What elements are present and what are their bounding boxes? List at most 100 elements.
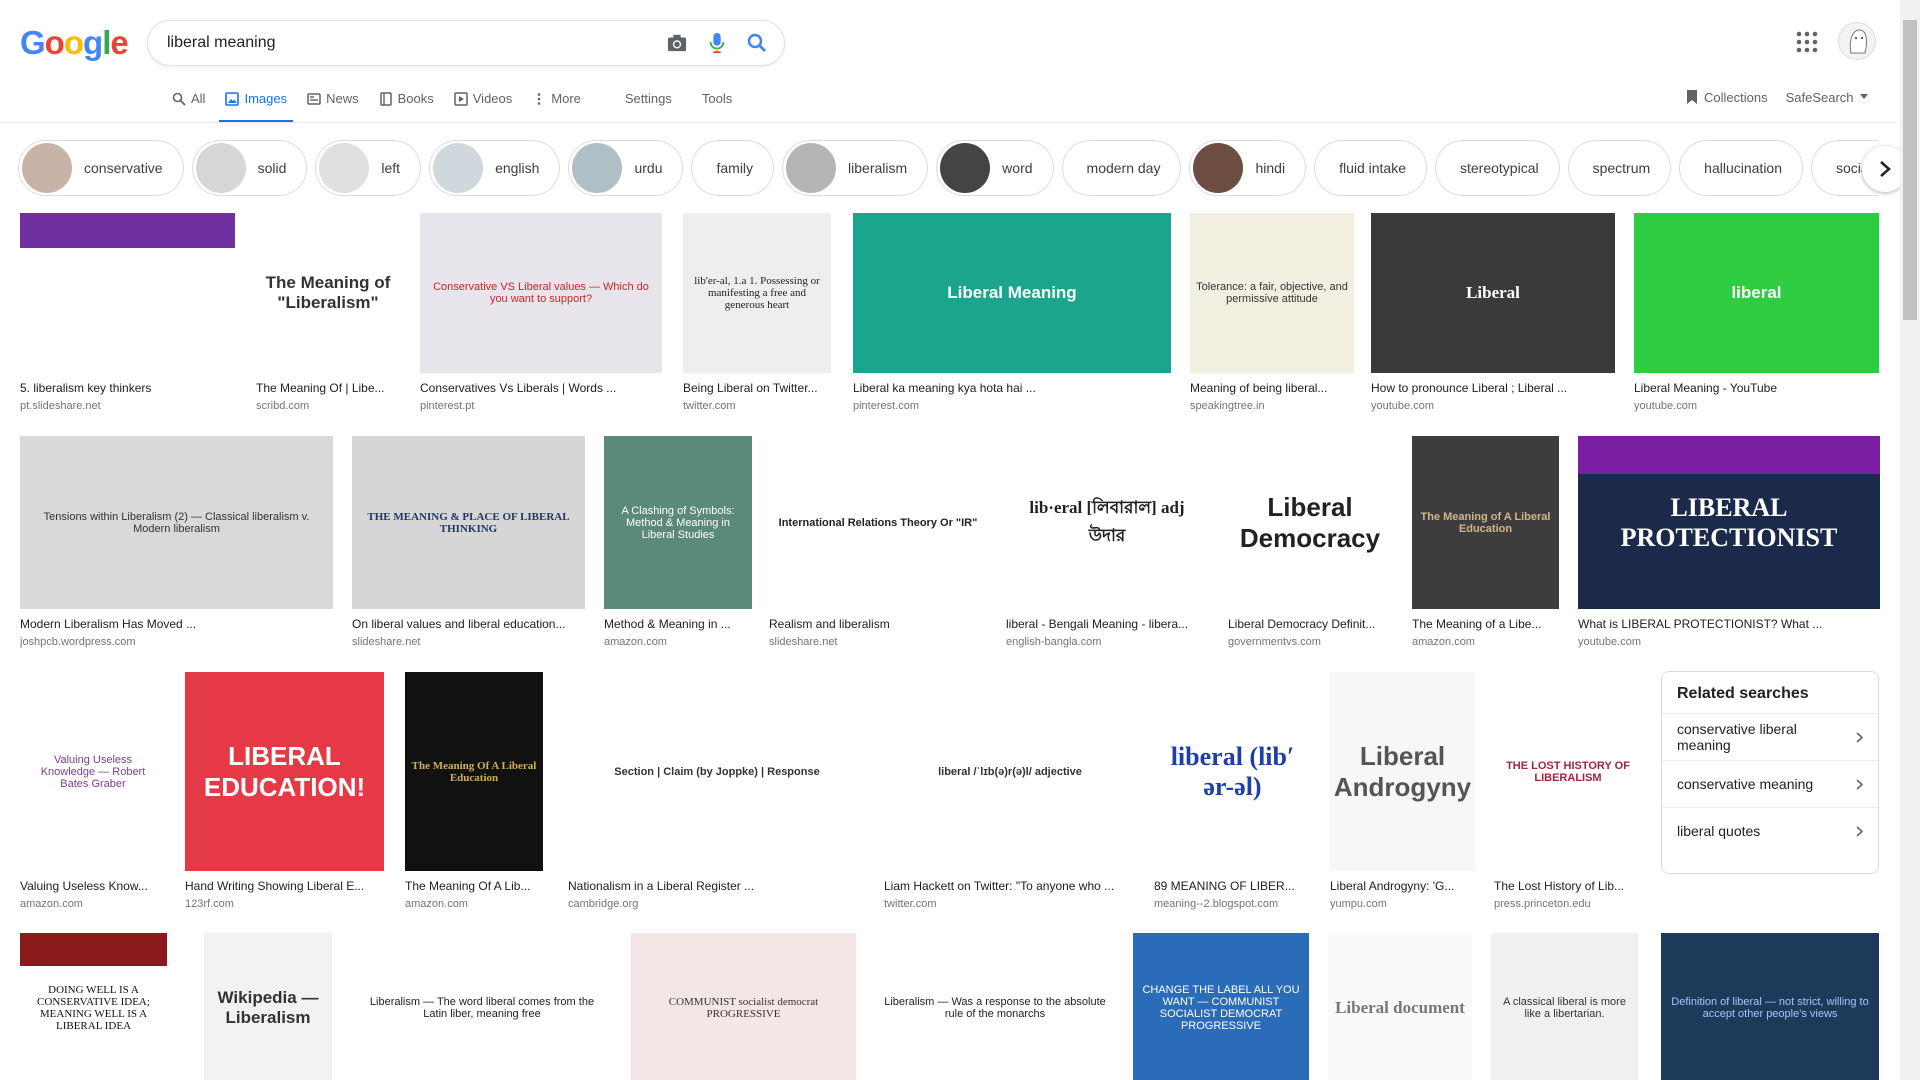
result-title[interactable]: The Lost History of Lib... [1494, 879, 1642, 893]
scrollbar-thumb[interactable] [1903, 20, 1917, 320]
image-result[interactable]: lib·eral [লিবারাল] adj উদার liberal - Ben… [1006, 436, 1208, 648]
result-thumbnail[interactable]: liberal (lib′ ər-əl) [1154, 672, 1311, 871]
result-thumbnail[interactable]: DOING WELL IS A CONSERVATIVE IDEA; MEANI… [20, 933, 167, 1080]
collections-button[interactable]: Collections [1686, 89, 1768, 105]
camera-icon[interactable] [662, 28, 692, 58]
tab-more[interactable]: More [526, 88, 587, 120]
image-result[interactable]: Definition of liberal — not strict, will… [1661, 933, 1879, 1080]
result-thumbnail[interactable]: THE MEANING & PLACE OF LIBERAL THINKING [352, 436, 585, 609]
safesearch-dropdown[interactable]: SafeSearch [1786, 90, 1868, 105]
image-result[interactable]: Conservative VS Liberal values — Which d… [420, 213, 662, 412]
image-result[interactable]: Liberal document [1328, 933, 1472, 1080]
result-title[interactable]: Being Liberal on Twitter... [683, 381, 831, 395]
related-chip[interactable]: conservative [18, 140, 184, 196]
image-result[interactable]: LIBERAL EDUCATION! Hand Writing Showing L… [185, 672, 384, 910]
image-result[interactable]: Liberal How to pronounce Liberal ; Libera… [1371, 213, 1615, 412]
microphone-icon[interactable] [702, 28, 732, 58]
image-result[interactable]: Liberal Meaning Liberal ka meaning kya ho… [853, 213, 1171, 412]
related-chip[interactable]: solid [191, 140, 308, 196]
result-thumbnail[interactable]: Liberal Androgyny [1330, 672, 1475, 871]
image-result[interactable]: The Meaning Of A Liberal Education The Me… [405, 672, 543, 910]
result-thumbnail[interactable]: Liberal [1371, 213, 1615, 373]
related-search-item[interactable]: conservative meaning [1662, 760, 1878, 807]
image-result[interactable]: Valuing Useless Knowledge — Robert Bates… [20, 672, 166, 910]
result-thumbnail[interactable]: Definition of liberal — not strict, will… [1661, 933, 1879, 1080]
image-result[interactable]: Section | Claim (by Joppke) | Response Na… [568, 672, 866, 910]
result-thumbnail[interactable]: Valuing Useless Knowledge — Robert Bates… [20, 672, 166, 871]
result-thumbnail[interactable]: LIBERAL EDUCATION! [185, 672, 384, 871]
result-thumbnail[interactable]: lib·eral [লিবারাল] adj উদার [1006, 436, 1208, 609]
tab-all[interactable]: All [166, 88, 211, 120]
result-thumbnail[interactable]: Section | Claim (by Joppke) | Response [568, 672, 866, 871]
image-result[interactable]: What exactly is a "Liberal?" 5. liberalis… [20, 213, 235, 412]
result-title[interactable]: On liberal values and liberal education.… [352, 617, 585, 631]
search-icon[interactable] [742, 28, 772, 58]
result-title[interactable]: Liberal ka meaning kya hota hai ... [853, 381, 1171, 395]
tab-books[interactable]: Books [373, 88, 440, 120]
result-thumbnail[interactable]: liberal /ˈlɪb(ə)r(ə)l/ adjective [884, 672, 1136, 871]
image-result[interactable]: LIBERAL PROTECTIONIST What is LIBERAL PRO… [1578, 436, 1880, 648]
result-thumbnail[interactable]: THE LOST HISTORY OF LIBERALISM [1494, 672, 1642, 871]
related-chip[interactable]: left [315, 140, 422, 196]
result-thumbnail[interactable]: Liberal Democracy [1228, 436, 1392, 609]
image-result[interactable]: Tolerance: a fair, objective, and permis… [1190, 213, 1354, 412]
related-chip[interactable]: word [936, 140, 1054, 196]
result-thumbnail[interactable]: Wikipedia — Liberalism [204, 933, 332, 1080]
result-thumbnail[interactable]: Liberalism — The word liberal comes from… [352, 933, 612, 1080]
tools-link[interactable]: Tools [694, 88, 740, 109]
result-thumbnail[interactable]: Liberal Meaning [853, 213, 1171, 373]
image-result[interactable]: Tensions within Liberalism (2) — Classic… [20, 436, 333, 648]
result-thumbnail[interactable]: liberal [1634, 213, 1879, 373]
result-title[interactable]: liberal - Bengali Meaning - libera... [1006, 617, 1208, 631]
image-result[interactable]: THE LOST HISTORY OF LIBERALISM The Lost H… [1494, 672, 1642, 910]
related-chip[interactable]: liberalism [782, 140, 929, 196]
result-thumbnail[interactable]: lib'er-al, 1.a 1. Possessing or manifest… [683, 213, 831, 373]
image-result[interactable]: lib'er-al, 1.a 1. Possessing or manifest… [683, 213, 831, 412]
image-result[interactable]: DOING WELL IS A CONSERVATIVE IDEA; MEANI… [20, 933, 167, 1080]
result-thumbnail[interactable]: Liberalism — Was a response to the absol… [876, 933, 1114, 1080]
settings-link[interactable]: Settings [617, 88, 680, 109]
image-result[interactable]: Liberal Democracy Liberal Democracy Defin… [1228, 436, 1392, 648]
result-title[interactable]: Liberal Democracy Definit... [1228, 617, 1392, 631]
result-title[interactable]: 89 MEANING OF LIBER... [1154, 879, 1311, 893]
image-result[interactable]: THE MEANING & PLACE OF LIBERAL THINKING O… [352, 436, 585, 648]
result-thumbnail[interactable]: Liberal document [1328, 933, 1472, 1080]
result-title[interactable]: Valuing Useless Know... [20, 879, 166, 893]
result-thumbnail[interactable]: The Meaning of A Liberal Education [1412, 436, 1559, 609]
image-result[interactable]: The Meaning of A Liberal Education The Me… [1412, 436, 1559, 648]
image-result[interactable]: International Relations Theory Or "IR" Re… [769, 436, 987, 648]
result-title[interactable]: Liam Hackett on Twitter: "To anyone who … [884, 879, 1136, 893]
result-title[interactable]: How to pronounce Liberal ; Liberal ... [1371, 381, 1615, 395]
result-thumbnail[interactable]: Tolerance: a fair, objective, and permis… [1190, 213, 1354, 373]
result-thumbnail[interactable]: The Meaning of "Liberalism" [256, 213, 400, 373]
image-result[interactable]: The Meaning of "Liberalism" The Meaning O… [256, 213, 400, 412]
related-chip[interactable]: urdu [568, 140, 684, 196]
result-title[interactable]: Liberal Androgyny: 'G... [1330, 879, 1475, 893]
image-result[interactable]: Wikipedia — Liberalism [204, 933, 332, 1080]
apps-grid-icon[interactable] [1795, 30, 1819, 54]
image-result[interactable]: CHANGE THE LABEL ALL YOU WANT — COMMUNIS… [1133, 933, 1309, 1080]
image-result[interactable]: Liberalism — Was a response to the absol… [876, 933, 1114, 1080]
result-title[interactable]: The Meaning Of A Lib... [405, 879, 543, 893]
related-chip[interactable]: fluid intake [1314, 140, 1427, 196]
related-chip[interactable]: stereotypical [1435, 140, 1560, 196]
result-title[interactable]: Modern Liberalism Has Moved ... [20, 617, 333, 631]
image-result[interactable]: Liberalism — The word liberal comes from… [352, 933, 612, 1080]
result-thumbnail[interactable]: CHANGE THE LABEL ALL YOU WANT — COMMUNIS… [1133, 933, 1309, 1080]
google-logo[interactable]: Google [20, 24, 129, 62]
related-chip[interactable]: modern day [1061, 140, 1182, 196]
search-input[interactable]: liberal meaning [167, 34, 652, 52]
result-thumbnail[interactable]: A classical liberal is more like a liber… [1491, 933, 1638, 1080]
avatar[interactable] [1838, 22, 1876, 60]
result-thumbnail[interactable]: Tensions within Liberalism (2) — Classic… [20, 436, 333, 609]
result-title[interactable]: What is LIBERAL PROTECTIONIST? What ... [1578, 617, 1880, 631]
result-thumbnail[interactable]: A Clashing of Symbols: Method & Meaning … [604, 436, 752, 609]
image-result[interactable]: liberal (lib′ ər-əl) 89 MEANING OF LIBER.… [1154, 672, 1311, 910]
related-chip[interactable]: english [429, 140, 561, 196]
image-result[interactable]: COMMUNIST socialist democrat PROGRESSIVE [631, 933, 856, 1080]
result-title[interactable]: Conservatives Vs Liberals | Words ... [420, 381, 662, 395]
image-result[interactable]: liberal /ˈlɪb(ə)r(ə)l/ adjective Liam Hac… [884, 672, 1136, 910]
result-thumbnail[interactable]: What exactly is a "Liberal?" [20, 213, 235, 373]
result-thumbnail[interactable]: LIBERAL PROTECTIONIST [1578, 436, 1880, 609]
result-title[interactable]: Realism and liberalism [769, 617, 987, 631]
